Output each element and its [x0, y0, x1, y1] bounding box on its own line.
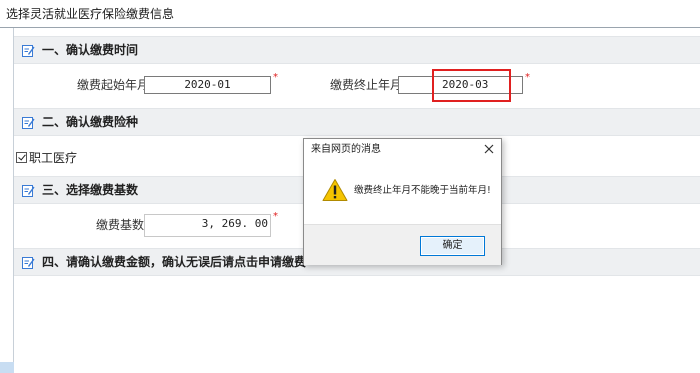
payment-base-input[interactable]: 3, 269. 00 [144, 214, 271, 237]
dialog-footer: 确定 [304, 224, 501, 265]
start-month-label: 缴费起始年月 [77, 78, 150, 92]
page-title: 选择灵活就业医疗保险缴费信息 [0, 0, 700, 28]
payment-base-label: 缴费基数 [96, 218, 145, 232]
edit-note-icon [22, 257, 35, 269]
bottom-scroll-strip [0, 362, 14, 373]
required-mark: * [525, 72, 530, 83]
employee-medical-checkbox[interactable] [16, 151, 27, 163]
edit-note-icon [22, 185, 35, 197]
dialog-title: 来自网页的消息 [311, 144, 381, 155]
dialog-body: 缴费终止年月不能晚于当前年月! [304, 161, 501, 224]
edit-note-icon [22, 45, 35, 57]
end-month-label: 缴费终止年月 [330, 78, 403, 92]
dialog-message: 缴费终止年月不能晚于当前年月! [354, 185, 491, 196]
error-highlight-box [432, 69, 511, 102]
section-title: 二、确认缴费险种 [42, 115, 139, 129]
required-mark: * [273, 72, 278, 83]
close-icon[interactable] [483, 143, 495, 155]
warning-icon [322, 179, 348, 201]
section-payment-time: 一、确认缴费时间 [14, 36, 700, 64]
start-month-input[interactable]: 2020-01 [144, 76, 271, 94]
edit-note-icon [22, 117, 35, 129]
section-title: 一、确认缴费时间 [42, 43, 139, 57]
section-insurance-type: 二、确认缴费险种 [14, 108, 700, 136]
insurance-option[interactable]: 职工医疗 [16, 149, 77, 165]
ok-button[interactable]: 确定 [420, 236, 485, 256]
required-mark: * [273, 211, 278, 222]
section-title: 四、请确认缴费金额，确认无误后请点击申请缴费 [42, 255, 307, 269]
employee-medical-label: 职工医疗 [29, 150, 78, 165]
section-title: 三、选择缴费基数 [42, 183, 139, 197]
alert-dialog: 来自网页的消息 缴费终止年月不能晚于当前年月! 确定 [303, 138, 502, 265]
